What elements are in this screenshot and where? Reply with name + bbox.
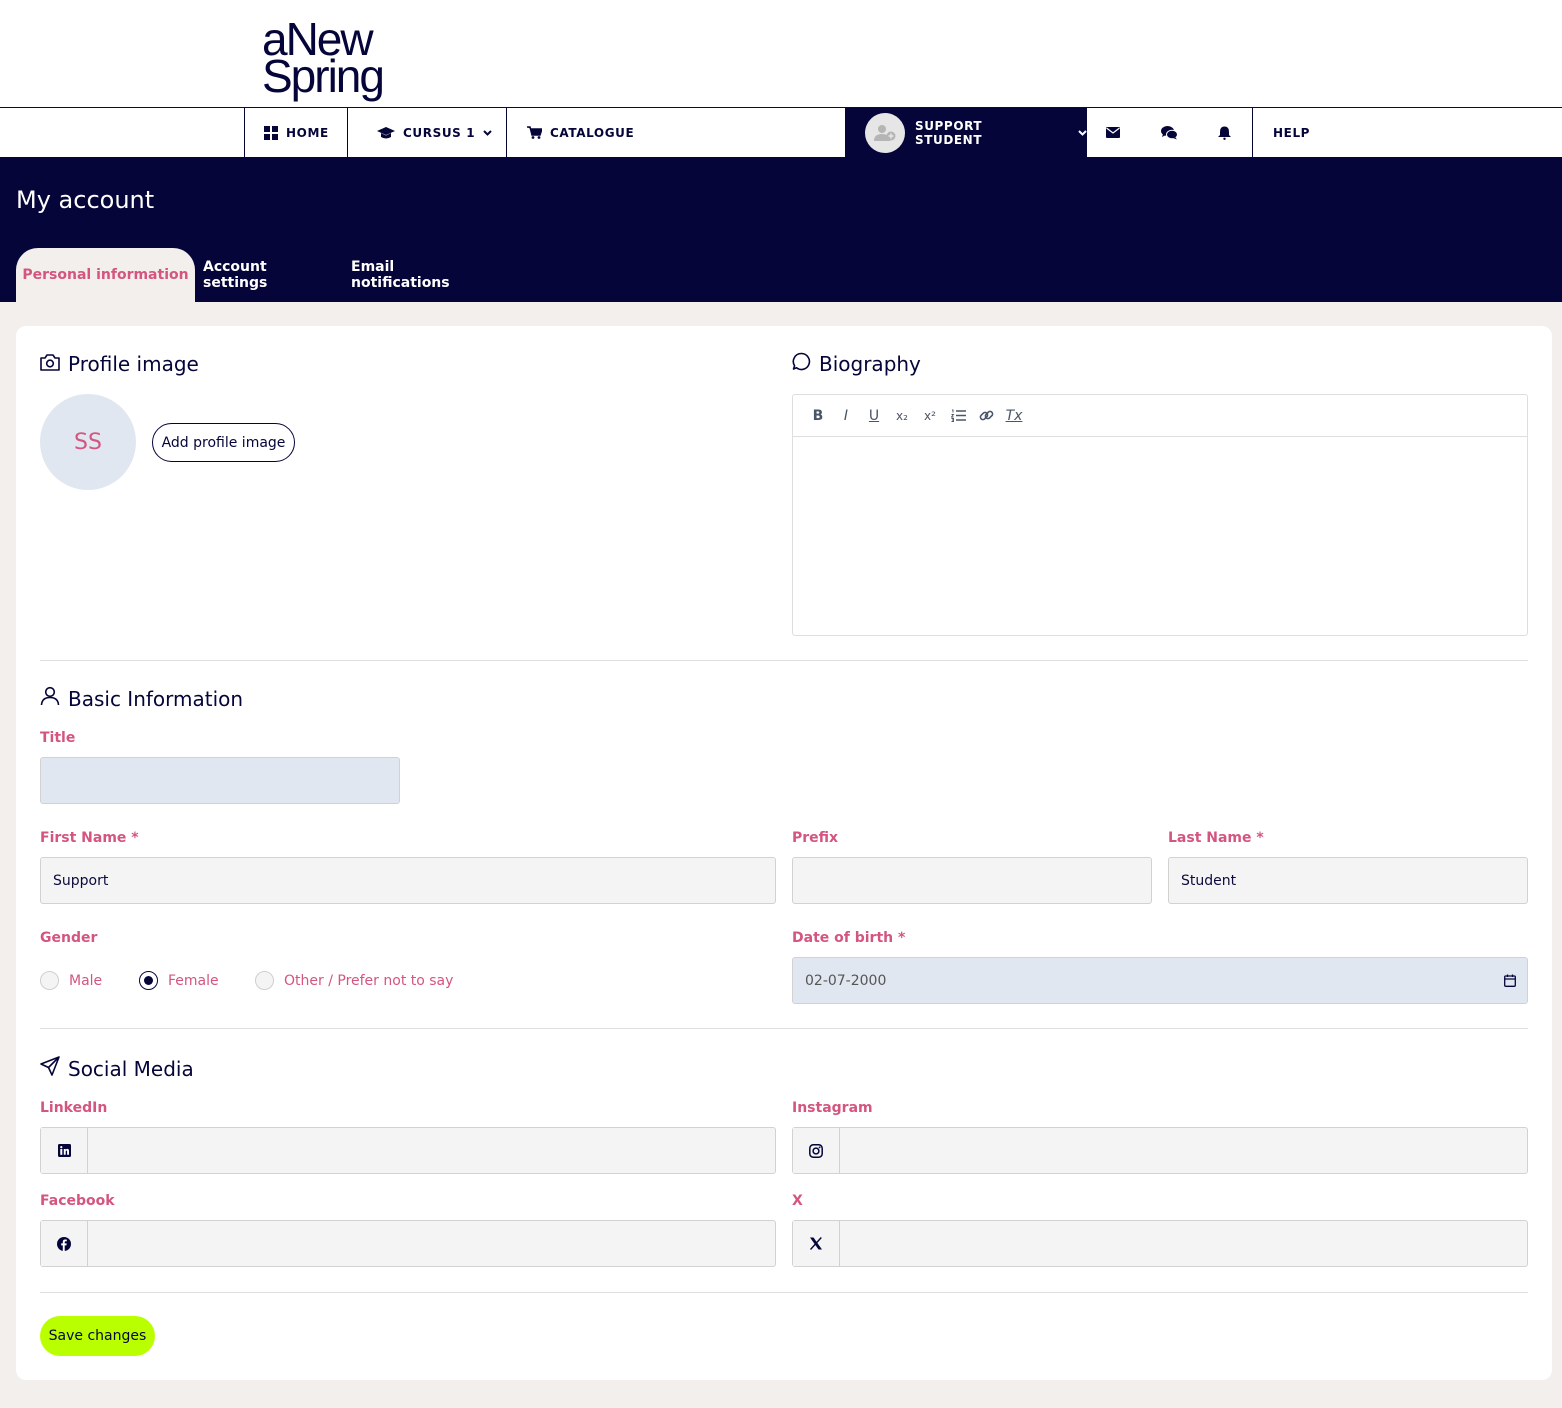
page-title: My account <box>16 186 155 214</box>
page-header: My account Personal information Account … <box>0 157 1562 302</box>
section-divider <box>40 660 1528 661</box>
facebook-icon <box>41 1221 88 1266</box>
nav-divider <box>244 108 245 157</box>
title-label: Title <box>40 730 76 746</box>
social-media-heading: Social Media <box>40 1056 194 1081</box>
facebook-input-group <box>40 1220 776 1267</box>
top-navigation: HOME CURSUS 1 CATALOGUE SUPPORT STUDENT <box>0 108 1562 157</box>
anewspring-logo[interactable]: aNew Spring <box>262 16 422 102</box>
dashboard-icon <box>264 125 278 140</box>
x-field[interactable] <box>840 1221 1527 1266</box>
last-name-label: Last Name * <box>1168 830 1264 846</box>
clear-format-button[interactable]: Tx <box>1003 405 1025 427</box>
radio-male[interactable] <box>40 971 59 990</box>
nav-catalogue[interactable]: CATALOGUE <box>527 108 634 157</box>
linkedin-input-group <box>40 1127 776 1174</box>
ordered-list-button[interactable] <box>947 405 969 427</box>
chevron-down-icon <box>483 129 492 136</box>
envelope-icon <box>1106 127 1120 138</box>
link-icon <box>979 410 993 421</box>
add-profile-image-button[interactable]: Add profile image <box>152 423 295 462</box>
subscript-button[interactable]: x₂ <box>891 405 913 427</box>
notifications-button[interactable] <box>1218 108 1231 157</box>
title-select[interactable] <box>40 757 400 804</box>
user-avatar <box>865 112 905 153</box>
chevron-down-icon <box>1078 129 1087 136</box>
gender-option-male[interactable]: Male <box>40 971 102 990</box>
instagram-icon <box>793 1128 840 1173</box>
user-icon <box>40 686 60 711</box>
instagram-label: Instagram <box>792 1100 873 1116</box>
prefix-label: Prefix <box>792 830 839 846</box>
link-button[interactable] <box>975 405 997 427</box>
tab-email-notifications[interactable]: Email notifications <box>351 248 496 302</box>
tab-personal-information[interactable]: Personal information <box>16 248 195 302</box>
first-name-label: First Name * <box>40 830 139 846</box>
facebook-label: Facebook <box>40 1193 115 1209</box>
save-changes-button[interactable]: Save changes <box>40 1316 155 1356</box>
personal-information-card: Profile image SS Add profile image Biogr… <box>16 326 1552 1380</box>
biography-heading: Biography <box>792 352 921 376</box>
nav-divider <box>506 108 507 157</box>
superscript-button[interactable]: x² <box>919 405 941 427</box>
radio-other[interactable] <box>255 971 274 990</box>
section-divider <box>40 1292 1528 1293</box>
bold-button[interactable]: B <box>807 405 829 427</box>
nav-course-dropdown[interactable]: CURSUS 1 <box>377 108 492 157</box>
linkedin-field[interactable] <box>88 1128 775 1173</box>
linkedin-label: LinkedIn <box>40 1100 108 1116</box>
x-input-group <box>792 1220 1528 1267</box>
editor-toolbar: B I U x₂ x² Tx <box>793 395 1527 437</box>
nav-divider <box>1252 108 1253 157</box>
ordered-list-icon <box>950 409 966 422</box>
profile-image-heading: Profile image <box>40 352 199 376</box>
chat-bubbles-icon <box>1161 125 1178 140</box>
cart-icon <box>527 126 542 139</box>
biography-editor: B I U x₂ x² Tx <box>792 394 1528 636</box>
send-icon <box>40 1056 60 1081</box>
profile-avatar: SS <box>40 394 136 490</box>
first-name-field[interactable]: Support <box>40 857 776 904</box>
basic-information-heading: Basic Information <box>40 686 243 711</box>
gender-option-female[interactable]: Female <box>139 971 219 990</box>
messages-button[interactable] <box>1106 108 1120 157</box>
speech-bubble-icon <box>792 352 811 376</box>
italic-button[interactable]: I <box>835 405 857 427</box>
x-logo-icon <box>793 1221 840 1266</box>
gender-option-other[interactable]: Other / Prefer not to say <box>255 971 453 990</box>
calendar-icon[interactable] <box>1504 974 1516 991</box>
radio-female[interactable] <box>139 971 158 990</box>
section-divider <box>40 1028 1528 1029</box>
date-of-birth-label: Date of birth * <box>792 930 906 946</box>
instagram-input-group <box>792 1127 1528 1174</box>
user-menu-dropdown[interactable]: SUPPORT STUDENT <box>845 108 1087 157</box>
prefix-field[interactable] <box>792 857 1152 904</box>
facebook-field[interactable] <box>88 1221 775 1266</box>
nav-divider <box>347 108 348 157</box>
camera-icon <box>40 352 60 376</box>
last-name-field[interactable]: Student <box>1168 857 1528 904</box>
x-label: X <box>792 1193 803 1209</box>
nav-home[interactable]: HOME <box>264 108 329 157</box>
instagram-field[interactable] <box>840 1128 1527 1173</box>
nav-help[interactable]: HELP <box>1273 108 1310 157</box>
tab-account-settings[interactable]: Account settings <box>203 248 335 302</box>
add-user-icon <box>873 124 896 141</box>
logo-bar: aNew Spring <box>0 0 1562 108</box>
underline-button[interactable]: U <box>863 405 885 427</box>
date-of-birth-field[interactable]: 02-07-2000 <box>792 957 1528 1004</box>
gender-label: Gender <box>40 930 98 946</box>
chat-button[interactable] <box>1161 108 1178 157</box>
bell-icon <box>1218 126 1231 140</box>
graduation-cap-icon <box>377 126 395 139</box>
linkedin-icon <box>41 1128 88 1173</box>
